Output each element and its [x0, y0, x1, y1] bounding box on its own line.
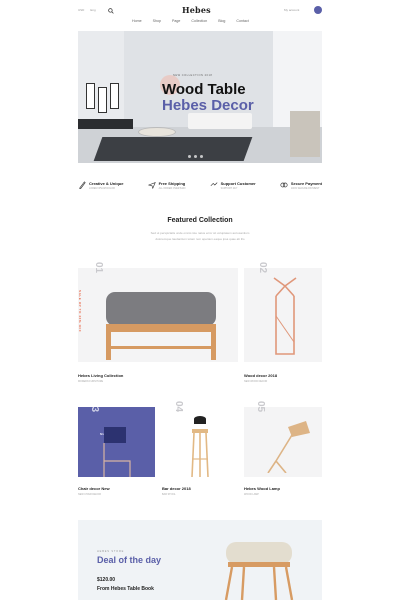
card-title[interactable]: Bar decor 2018: [162, 486, 191, 491]
wood-lamp-image: [267, 421, 310, 473]
product-card[interactable]: 03 SHOP NOW: [78, 401, 155, 477]
product-card[interactable]: 05: [244, 401, 322, 477]
top-bar: USD Eng Hebes My account: [0, 0, 400, 30]
feature-title: Support Customer: [220, 181, 256, 186]
main-nav: Home Shop Page Collection Blog Contact: [132, 19, 249, 23]
feature-item: Free Shipping ALL ORDER OVER $100: [147, 181, 186, 197]
top-bar-left: USD Eng: [78, 8, 96, 12]
site-logo[interactable]: Hebes: [182, 5, 211, 15]
section-description: doloremque laudantium totam rem aperiam …: [155, 237, 245, 241]
card-title[interactable]: Hebes Living Collection: [78, 373, 123, 378]
nav-item-blog[interactable]: Blog: [218, 19, 225, 23]
nav-item-home[interactable]: Home: [132, 19, 142, 23]
feature-desc: 100% SECURE PAYMENT: [290, 187, 320, 190]
card-title[interactable]: Chair decor New: [78, 486, 110, 491]
search-icon[interactable]: [108, 8, 114, 14]
features-row: Creative & Unique LOREM IPSUM DOLOR Free…: [78, 181, 322, 197]
currency-select[interactable]: USD: [78, 8, 84, 12]
hero-kicker: NEW COLLECTION 2018: [173, 74, 213, 77]
card-subtitle: NEW CHAIR DECOR: [78, 493, 101, 496]
handshake-icon: [210, 182, 218, 187]
sale-tag: SALE UP TO 40% OFF: [78, 290, 82, 333]
hero-frame: [98, 87, 107, 113]
bar-stool-image: [191, 416, 209, 477]
hero-frame: [86, 83, 95, 109]
card-number: 05: [255, 401, 266, 413]
slider-dots[interactable]: [188, 155, 203, 158]
nav-item-shop[interactable]: Shop: [153, 19, 161, 23]
cart-icon[interactable]: [314, 6, 322, 14]
card-title[interactable]: Wood decor 2018: [244, 373, 277, 378]
deal-price: $120.00: [97, 577, 116, 583]
chair-image: [103, 427, 131, 477]
feature-desc: LOREM IPSUM DOLOR: [89, 187, 115, 190]
feature-item: Support Customer SUPPORT 24/7: [210, 181, 256, 197]
deal-kicker: HEBES STORE: [97, 550, 125, 553]
hero-bookcase: [290, 111, 320, 157]
card-number: 03: [89, 401, 100, 413]
card-subtitle: WOOD LAMP: [244, 493, 259, 496]
product-card[interactable]: 01: [78, 262, 238, 362]
stool-image: [224, 542, 294, 600]
section-description: Sed ut perspiciatis unde omnis iste natu…: [150, 231, 250, 235]
card-number: 02: [257, 262, 268, 274]
hero-shelf: [78, 119, 133, 129]
hero-sofa: [188, 113, 252, 129]
feature-desc: ALL ORDER OVER $100: [158, 187, 186, 190]
product-card[interactable]: 02: [244, 262, 322, 362]
card-subtitle: MODERN FURNITURE: [78, 380, 104, 383]
card-subtitle: NEW WOOD DECOR: [244, 380, 268, 383]
nav-item-contact[interactable]: Contact: [236, 19, 248, 23]
nav-item-collection[interactable]: Collection: [191, 19, 207, 23]
product-card[interactable]: 04: [162, 401, 238, 477]
feature-title: Secure Payment: [290, 181, 322, 186]
deal-product-name[interactable]: From Hebes Table Book: [97, 586, 154, 592]
nav-item-page[interactable]: Page: [172, 19, 180, 23]
deal-title: Deal of the day: [97, 555, 162, 565]
feature-item: Secure Payment 100% SECURE PAYMENT: [280, 181, 322, 197]
card-title[interactable]: Hebes Wood Lamp: [244, 486, 280, 491]
ottoman-image: [106, 292, 216, 360]
account-link[interactable]: My account: [284, 8, 299, 12]
hero-rug: [93, 137, 253, 161]
pen-icon: [79, 181, 86, 189]
card-number: 01: [93, 262, 104, 274]
hero-frame: [110, 83, 119, 109]
plane-icon: [147, 182, 156, 189]
hero-table: [138, 127, 176, 137]
card-subtitle: BAR STOOL: [162, 493, 176, 496]
language-select[interactable]: Eng: [90, 8, 95, 12]
rings-icon: [280, 182, 288, 188]
hero-banner[interactable]: NEW COLLECTION 2018 Wood Table Hebes Dec…: [78, 31, 322, 163]
card-number: 04: [173, 401, 184, 413]
hero-subtitle: Hebes Decor: [162, 97, 254, 114]
feature-desc: SUPPORT 24/7: [220, 187, 238, 190]
coat-rack-image: [273, 277, 297, 355]
feature-title: Creative & Unique: [89, 181, 124, 186]
feature-title: Free Shipping: [158, 181, 186, 186]
hero-title: Wood Table: [162, 81, 246, 98]
feature-item: Creative & Unique LOREM IPSUM DOLOR: [78, 181, 123, 197]
section-title: Featured Collection: [167, 217, 233, 224]
